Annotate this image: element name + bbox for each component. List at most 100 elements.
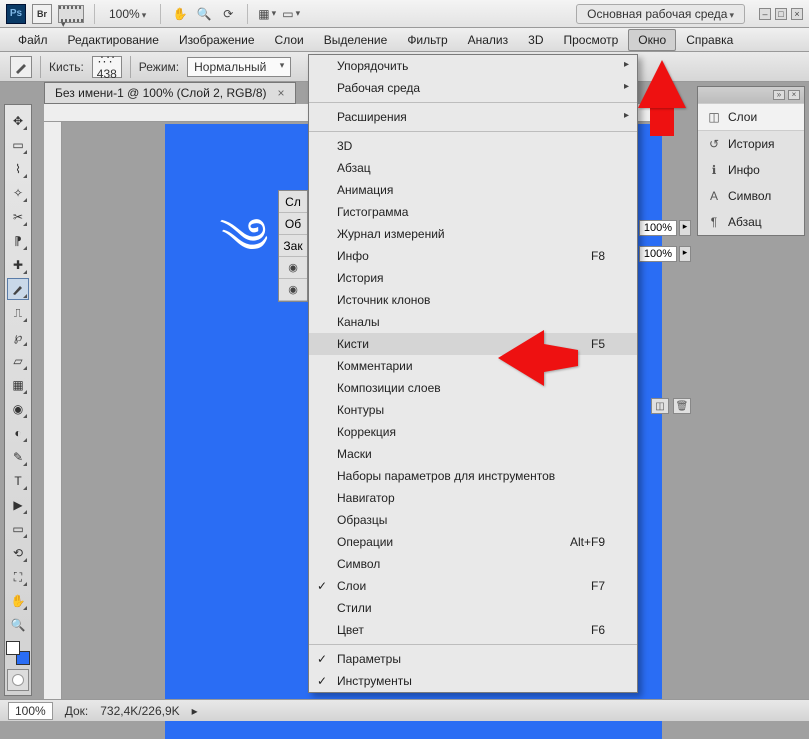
menu-file[interactable]: Файл (8, 29, 58, 51)
menu-item-источник-клонов[interactable]: Источник клонов (309, 289, 637, 311)
trash-icon[interactable]: 🗑 (673, 398, 691, 414)
menu-item-композиции-слоев[interactable]: Композиции слоев (309, 377, 637, 399)
brush-preset-picker[interactable]: ∴∵ 438 (92, 56, 122, 78)
menu-item-образцы[interactable]: Образцы (309, 509, 637, 531)
color-swatches[interactable] (6, 641, 30, 665)
stamp-tool[interactable]: ⎍ (7, 302, 29, 324)
menu-item-навигатор[interactable]: Навигатор (309, 487, 637, 509)
collapse-icon[interactable]: » (773, 90, 785, 100)
menu-item-абзац[interactable]: Абзац (309, 157, 637, 179)
menu-3d[interactable]: 3D (518, 29, 553, 51)
minimize-button[interactable]: – (759, 8, 771, 20)
workspace-switcher[interactable]: Основная рабочая среда (576, 4, 745, 24)
menu-select[interactable]: Выделение (314, 29, 398, 51)
menu-item-стили[interactable]: Стили (309, 597, 637, 619)
panel-tab-история[interactable]: ↺История (698, 131, 804, 157)
rotate-view-icon[interactable]: ⟳ (219, 5, 237, 23)
path-select-tool[interactable]: ▶ (7, 494, 29, 516)
foreground-color[interactable] (6, 641, 20, 655)
type-tool[interactable]: T (7, 470, 29, 492)
menu-help[interactable]: Справка (676, 29, 743, 51)
visibility-icon[interactable] (279, 279, 307, 301)
opacity-value[interactable]: 100% (639, 220, 677, 236)
gradient-tool[interactable]: ▦ (7, 374, 29, 396)
screen-mode-icon[interactable]: ▭ (282, 5, 300, 23)
menu-analysis[interactable]: Анализ (458, 29, 519, 51)
menu-item-контуры[interactable]: Контуры (309, 399, 637, 421)
chevron-right-icon[interactable]: ▸ (192, 704, 198, 718)
menu-item-гистограмма[interactable]: Гистограмма (309, 201, 637, 223)
menu-item-история[interactable]: История (309, 267, 637, 289)
menu-item-инструменты[interactable]: Инструменты✓ (309, 670, 637, 692)
menu-item-слои[interactable]: СлоиF7✓ (309, 575, 637, 597)
pen-tool[interactable]: ✎ (7, 446, 29, 468)
fill-value[interactable]: 100% (639, 246, 677, 262)
hand-icon[interactable]: ✋ (171, 5, 189, 23)
menu-item-операции[interactable]: ОперацииAlt+F9 (309, 531, 637, 553)
eraser-tool[interactable]: ▱ (7, 350, 29, 372)
shape-tool[interactable]: ▭ (7, 518, 29, 540)
menu-item-параметры[interactable]: Параметры✓ (309, 648, 637, 670)
maximize-button[interactable]: □ (775, 8, 787, 20)
new-layer-icon[interactable]: ◫ (651, 398, 669, 414)
menu-item-инфо[interactable]: ИнфоF8 (309, 245, 637, 267)
chevron-right-icon[interactable]: ▸ (679, 246, 691, 262)
menu-item-упорядочить[interactable]: Упорядочить (309, 55, 637, 77)
menu-item-каналы[interactable]: Каналы (309, 311, 637, 333)
crop-tool[interactable]: ✂ (7, 206, 29, 228)
menu-item-маски[interactable]: Маски (309, 443, 637, 465)
close-icon[interactable]: × (788, 90, 800, 100)
menu-item-расширения[interactable]: Расширения (309, 106, 637, 128)
menu-view[interactable]: Просмотр (553, 29, 628, 51)
menu-item-комментарии[interactable]: Комментарии (309, 355, 637, 377)
panel-tab-слои[interactable]: ◫Слои (698, 103, 804, 131)
blend-mode-select[interactable]: Нормальный (187, 57, 291, 77)
brush-tool[interactable] (7, 278, 29, 300)
menu-item-наборы-параметров-для-инструментов[interactable]: Наборы параметров для инструментов (309, 465, 637, 487)
menu-item-анимация[interactable]: Анимация (309, 179, 637, 201)
current-tool-icon[interactable] (10, 56, 32, 78)
menu-item-цвет[interactable]: ЦветF6 (309, 619, 637, 641)
arrange-docs-icon[interactable]: ▦ (258, 5, 276, 23)
3d-camera-tool[interactable]: ⛶ (7, 566, 29, 588)
mini-bridge-icon[interactable] (58, 5, 84, 23)
hand-tool[interactable]: ✋ (7, 590, 29, 612)
menu-item-коррекция[interactable]: Коррекция (309, 421, 637, 443)
close-button[interactable]: × (791, 8, 803, 20)
menu-layers[interactable]: Слои (265, 29, 314, 51)
menu-item-рабочая-среда[interactable]: Рабочая среда (309, 77, 637, 99)
visibility-icon[interactable] (279, 257, 307, 279)
menu-window[interactable]: Окно (628, 29, 676, 51)
healing-tool[interactable]: ✚ (7, 254, 29, 276)
quick-mask-toggle[interactable] (7, 669, 29, 691)
menu-item-журнал-измерений[interactable]: Журнал измерений (309, 223, 637, 245)
menu-filter[interactable]: Фильтр (397, 29, 457, 51)
3d-rotate-tool[interactable]: ⟲ (7, 542, 29, 564)
lasso-tool[interactable]: ⌇ (7, 158, 29, 180)
panel-button[interactable]: Зак (279, 235, 307, 257)
menu-item-3d[interactable]: 3D (309, 135, 637, 157)
eyedropper-tool[interactable]: ⁋ (7, 230, 29, 252)
history-brush-tool[interactable]: ℘ (7, 326, 29, 348)
magic-wand-tool[interactable]: ✧ (7, 182, 29, 204)
zoom-level[interactable]: 100% (105, 5, 150, 23)
menu-image[interactable]: Изображение (169, 29, 265, 51)
panel-tab-символ[interactable]: AСимвол (698, 183, 804, 209)
document-tab[interactable]: Без имени-1 @ 100% (Слой 2, RGB/8) × (44, 82, 296, 104)
bridge-icon[interactable]: Br (32, 4, 52, 24)
ps-app-icon[interactable]: Ps (6, 4, 26, 24)
close-icon[interactable]: × (278, 86, 285, 100)
zoom-tool[interactable]: 🔍 (7, 614, 29, 636)
blur-tool[interactable]: ◉ (7, 398, 29, 420)
panel-tab[interactable]: Сл (279, 191, 307, 213)
menu-item-кисти[interactable]: КистиF5 (309, 333, 637, 355)
panel-tab-инфо[interactable]: ℹИнфо (698, 157, 804, 183)
menu-item-символ[interactable]: Символ (309, 553, 637, 575)
status-zoom[interactable]: 100% (8, 702, 53, 720)
marquee-tool[interactable]: ▭ (7, 134, 29, 156)
panel-tab-абзац[interactable]: ¶Абзац (698, 209, 804, 235)
dodge-tool[interactable]: ◐ (7, 422, 29, 444)
panel-button[interactable]: Об (279, 213, 307, 235)
move-tool[interactable]: ✥ (7, 110, 29, 132)
chevron-right-icon[interactable]: ▸ (679, 220, 691, 236)
